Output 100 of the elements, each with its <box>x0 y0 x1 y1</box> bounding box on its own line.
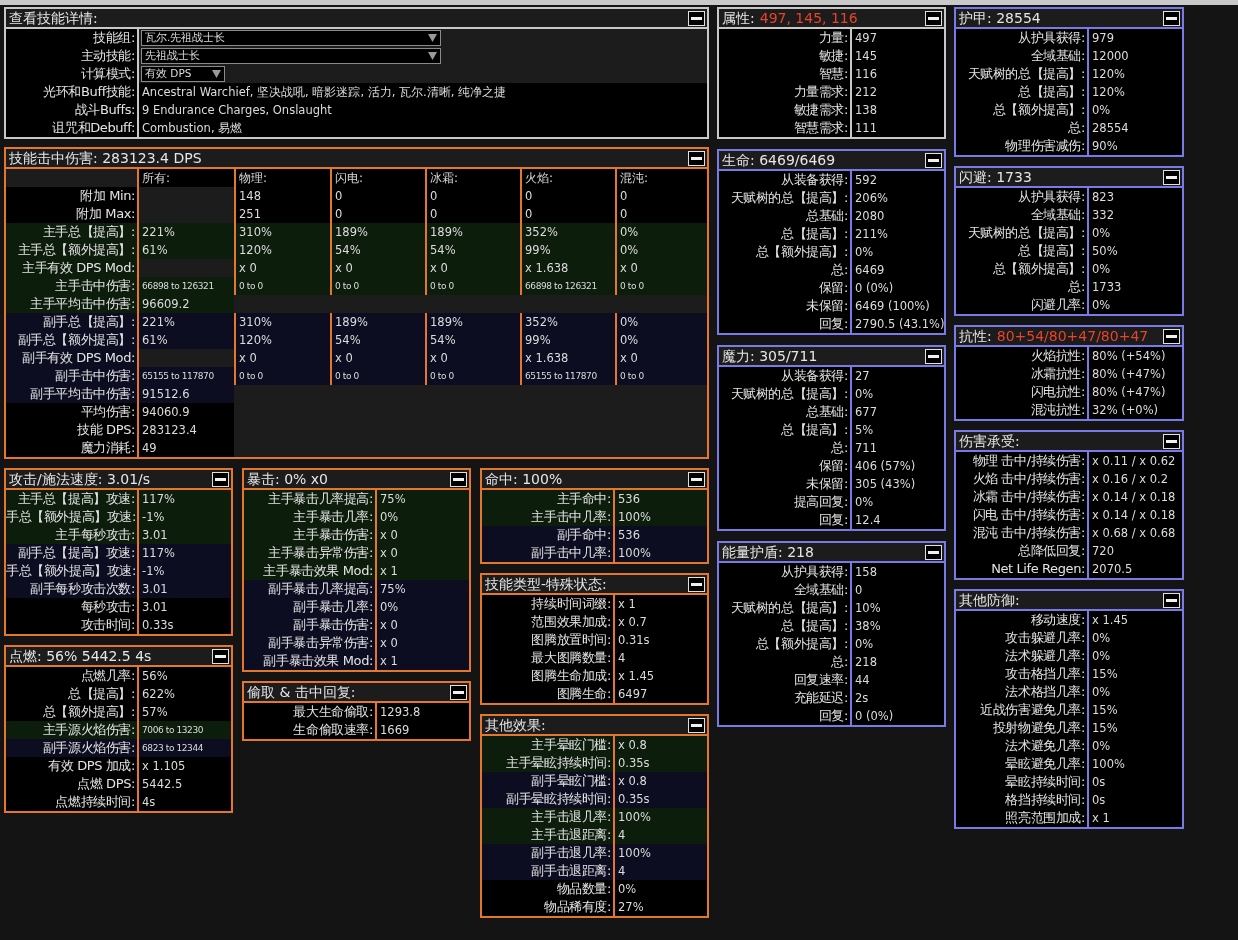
collapse-button[interactable] <box>688 10 705 26</box>
table-cell: 352% <box>520 223 615 241</box>
stat-label: 智慧: <box>719 65 852 83</box>
panel-title: 点燃: 56% 5442.5 4s <box>9 646 152 666</box>
stat-value: 6469 (100%) <box>854 298 931 315</box>
stat-value: 75% <box>379 491 407 508</box>
stat-value: 2070.5 <box>1091 561 1134 578</box>
stat-value: 0% <box>617 881 638 898</box>
table-cell: 120% <box>234 331 330 349</box>
stat-value: 15% <box>1091 720 1119 737</box>
minus-icon <box>691 477 702 481</box>
stat-label: 平均伤害: <box>6 403 139 421</box>
collapse-button[interactable] <box>925 152 942 168</box>
dropdown[interactable]: 先祖战士长 <box>141 48 441 64</box>
caret-icon <box>212 70 221 78</box>
stat-label: 攻击躲避几率: <box>956 629 1089 647</box>
minus-icon <box>691 16 702 20</box>
table-cell: 96609.2 <box>139 295 234 313</box>
stat-value: 1293.8 <box>379 704 422 721</box>
table-cell: 189% <box>425 223 520 241</box>
stat-label: 技能 DPS: <box>6 421 139 439</box>
table-cell: 120% <box>234 241 330 259</box>
collapse-button[interactable] <box>688 471 705 487</box>
dropdown[interactable]: 有效 DPS <box>141 66 225 82</box>
collapse-button[interactable] <box>1163 328 1180 344</box>
minus-icon <box>691 582 702 586</box>
stat-label: 火焰抗性: <box>956 347 1089 365</box>
stat-value: 6823 to 12344 <box>141 742 205 755</box>
panel-title: 技能类型-特殊状态: <box>485 574 607 594</box>
stat-label: 天赋树的总【提高】: <box>719 189 852 207</box>
collapse-button[interactable] <box>688 576 705 592</box>
stat-label: 投射物避免几率: <box>956 719 1089 737</box>
stat-label: 法术避免几率: <box>956 737 1089 755</box>
collapse-button[interactable] <box>688 150 705 166</box>
stat-value: x 0 <box>379 617 399 634</box>
stat-value: 0s <box>1091 792 1107 809</box>
stat-value: 3.01 <box>141 527 169 544</box>
stat-label: 每秒攻击: <box>6 598 139 616</box>
stat-value: 720 <box>1091 543 1115 560</box>
minus-icon <box>928 16 939 20</box>
stat-label: 物理伤害减伤: <box>956 137 1089 155</box>
stat-label: 副手平均击中伤害: <box>6 385 139 403</box>
stat-value: 406 (57%) <box>854 458 917 475</box>
caret-icon <box>428 52 437 60</box>
collapse-button[interactable] <box>1163 169 1180 185</box>
stat-label: 魔力消耗: <box>6 439 139 457</box>
stat-value: 100% <box>617 845 652 862</box>
table-cell: 0 <box>425 187 520 205</box>
table-cell: x 0 <box>234 259 330 277</box>
collapse-button[interactable] <box>1163 10 1180 26</box>
stat-label: 主手击中伤害: <box>6 277 139 295</box>
stat-label: 总【额外提高】: <box>956 101 1089 119</box>
stat-value: 0% <box>854 494 875 511</box>
collapse-button[interactable] <box>450 471 467 487</box>
stat-label: 总【额外提高】: <box>956 260 1089 278</box>
minus-icon <box>1166 439 1177 443</box>
panel-title: 魔力: 305/711 <box>722 346 818 366</box>
stat-value: 305 (43%) <box>854 476 917 493</box>
stat-label: 总【提高】: <box>6 685 139 703</box>
stat-label: 物品稀有度: <box>482 898 615 916</box>
stat-label: 总【额外提高】: <box>719 635 852 653</box>
collapse-button[interactable] <box>212 471 229 487</box>
stat-label: 天赋树的总【提高】: <box>956 65 1089 83</box>
table-cell: 65155 to 117870 <box>520 367 615 385</box>
collapse-button[interactable] <box>212 648 229 664</box>
collapse-button[interactable] <box>1163 592 1180 608</box>
table-cell: 0 <box>330 187 425 205</box>
minus-icon <box>928 550 939 554</box>
panel-title: 暴击: 0% x0 <box>247 469 329 489</box>
stat-value: 111 <box>854 120 878 137</box>
collapse-button[interactable] <box>925 544 942 560</box>
stat-value: 117% <box>141 491 176 508</box>
table-cell: 0 to 0 <box>330 277 425 295</box>
column-header: 火焰: <box>520 169 615 187</box>
stat-label: 闪电抗性: <box>956 383 1089 401</box>
collapse-button[interactable] <box>925 348 942 364</box>
stat-label: 战斗Buffs: <box>6 101 139 119</box>
stat-label: 未保留: <box>719 475 852 493</box>
title-value: 497, 145, 116 <box>759 8 858 28</box>
stat-label: 总【提高】: <box>956 83 1089 101</box>
table-cell: 91512.6 <box>139 385 234 403</box>
stat-value: 4s <box>141 794 157 811</box>
stat-label: 格挡持续时间: <box>956 791 1089 809</box>
panel-title: 其他防御: <box>959 590 1020 610</box>
minus-icon <box>1166 175 1177 179</box>
stat-label: 回复: <box>719 511 852 529</box>
collapse-button[interactable] <box>688 717 705 733</box>
stat-label: 主手总【额外提高】: <box>6 241 139 259</box>
stat-label: 回复: <box>719 707 852 725</box>
stat-value: 0 (0%) <box>854 708 895 725</box>
collapse-button[interactable] <box>450 684 467 700</box>
minus-icon <box>928 158 939 162</box>
table-cell: 189% <box>330 223 425 241</box>
collapse-button[interactable] <box>925 10 942 26</box>
table-cell: 189% <box>330 313 425 331</box>
column-header: 闪电: <box>330 169 425 187</box>
stat-label: 力量: <box>719 29 852 47</box>
stat-label: 照亮范围加成: <box>956 809 1089 827</box>
dropdown[interactable]: 瓦尔.先祖战士长 <box>141 30 441 46</box>
collapse-button[interactable] <box>1163 433 1180 449</box>
